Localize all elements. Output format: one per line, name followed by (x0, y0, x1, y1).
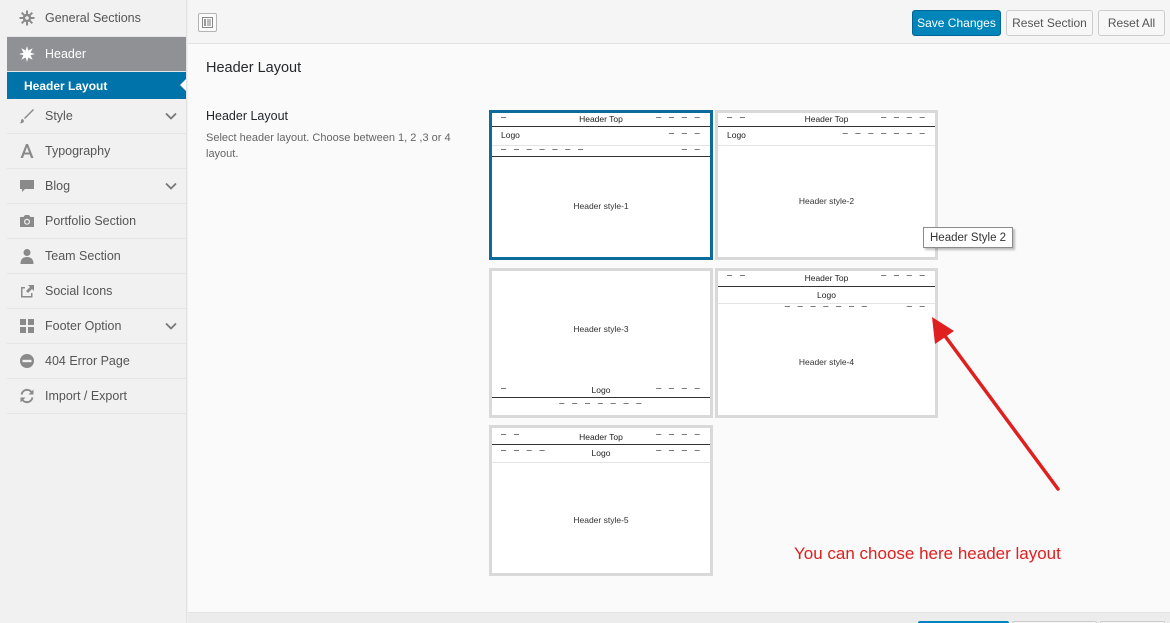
chevron-down-icon[interactable] (165, 180, 177, 192)
divider-line (492, 462, 710, 463)
refresh-icon (18, 388, 35, 405)
sidebar-item-typography[interactable]: Typography (7, 134, 186, 169)
main-content: Header Layout Header Layout Select heade… (188, 44, 1170, 612)
header-top-right-dashes: – – – – (656, 113, 701, 123)
sidebar-subitem-header-layout[interactable]: Header Layout (7, 72, 186, 99)
submenu-right-dashes: – – (681, 145, 701, 155)
sidebar-item-team-section[interactable]: Team Section (7, 239, 186, 274)
sidebar-item-label: General Sections (45, 11, 141, 25)
menu-dashes: – – – – – – – (842, 129, 926, 139)
sidebar-item-style[interactable]: Style (7, 99, 186, 134)
no-entry-icon (18, 353, 35, 370)
sidebar-item-404-error-page[interactable]: 404 Error Page (7, 344, 186, 379)
sidebar-subitem-label: Header Layout (24, 78, 108, 93)
sidebar-item-label: Social Icons (45, 284, 113, 298)
layout-toggle-button[interactable] (198, 13, 217, 32)
divider-line (492, 444, 710, 445)
share-icon (18, 283, 35, 300)
submenu-left-dashes: – – – – – – – (501, 145, 585, 155)
header-top-right-dashes: – – – – (881, 271, 926, 281)
menu-dashes: — — — (668, 129, 701, 139)
logo-right-dashes: – – – – (656, 384, 701, 394)
style-label: Header style-4 (798, 357, 855, 367)
divider-line (492, 397, 710, 398)
menu-right-dashes: – – (906, 302, 926, 312)
sidebar-item-label: Typography (45, 144, 111, 158)
logo-label: Logo (501, 130, 520, 140)
save-changes-button[interactable]: Save Changes (912, 10, 1001, 36)
sidebar-item-label: Import / Export (45, 389, 127, 403)
divider-line (492, 156, 710, 157)
camera-icon (18, 213, 35, 230)
typography-icon (18, 143, 35, 160)
sidebar-item-portfolio-section[interactable]: Portfolio Section (7, 204, 186, 239)
divider-line (718, 126, 935, 127)
header-top-right-dashes: – – – – (881, 113, 926, 123)
sidebar: General Sections Header Header Layout St… (7, 0, 187, 623)
style-label: Header style-3 (573, 324, 629, 334)
header-style-3-option[interactable]: Header style-3 – Logo – – – – – – – – – … (489, 268, 713, 418)
comment-icon (18, 178, 35, 195)
header-top-right-dashes: – – – – (656, 430, 701, 440)
person-icon (18, 248, 35, 265)
brush-icon (18, 108, 35, 125)
footer-bar (188, 612, 1170, 623)
burst-icon (18, 46, 35, 63)
style-label: Header style-5 (573, 515, 629, 525)
header-style-5-option[interactable]: – – Header Top – – – – – – – – Logo – – … (489, 425, 713, 576)
chevron-down-icon[interactable] (165, 320, 177, 332)
header-style-2-option[interactable]: – – Header Top – – – – Logo – – – – – – … (715, 110, 938, 260)
divider-line (492, 126, 710, 127)
sidebar-item-blog[interactable]: Blog (7, 169, 186, 204)
logo-label: Logo (727, 130, 746, 140)
chevron-down-icon[interactable] (165, 110, 177, 122)
field-title: Header Layout (206, 109, 289, 123)
layout-icon (202, 17, 213, 28)
style-label: Header style-2 (798, 196, 855, 206)
sidebar-item-import-export[interactable]: Import / Export (7, 379, 186, 414)
sidebar-item-label: Blog (45, 179, 71, 193)
gear-icon (18, 10, 35, 27)
options-panel: General Sections Header Header Layout St… (0, 0, 1170, 623)
sidebar-item-label: Team Section (45, 249, 121, 263)
header-style-4-option[interactable]: – – Header Top – – – – Logo – – – – – – … (715, 268, 938, 418)
sidebar-item-label: Portfolio Section (45, 214, 137, 228)
toolbar: Save Changes Reset Section Reset All (188, 0, 1170, 44)
divider-line (718, 145, 935, 146)
section-title: Header Layout (206, 60, 302, 76)
sidebar-item-footer-option[interactable]: Footer Option (7, 309, 186, 344)
annotation-text: You can choose here header layout (794, 544, 1061, 563)
sidebar-item-label: Footer Option (45, 319, 122, 333)
reset-section-button[interactable]: Reset Section (1006, 10, 1093, 36)
sidebar-item-general-sections[interactable]: General Sections (7, 0, 186, 37)
logo-label: Logo (817, 290, 836, 300)
menu-dashes: – – – – – – – (559, 399, 643, 409)
sidebar-item-header[interactable]: Header (7, 37, 186, 72)
sidebar-item-social-icons[interactable]: Social Icons (7, 274, 186, 309)
logo-right-dashes: – – – – (656, 446, 701, 456)
header-style-1-option[interactable]: – Header Top – – – – Logo — — — – – – – … (489, 110, 713, 260)
menu-dashes: – – – – – – – (784, 302, 869, 312)
sidebar-item-label: Header (45, 47, 86, 61)
sidebar-item-label: 404 Error Page (45, 354, 130, 368)
grid-icon (18, 318, 35, 335)
sidebar-item-label: Style (45, 109, 73, 123)
reset-all-button[interactable]: Reset All (1098, 10, 1165, 36)
divider-line (718, 286, 935, 287)
style-label: Header style-1 (573, 201, 629, 211)
field-description: Select header layout. Choose between 1, … (206, 132, 451, 160)
tooltip: Header Style 2 (923, 227, 1014, 248)
